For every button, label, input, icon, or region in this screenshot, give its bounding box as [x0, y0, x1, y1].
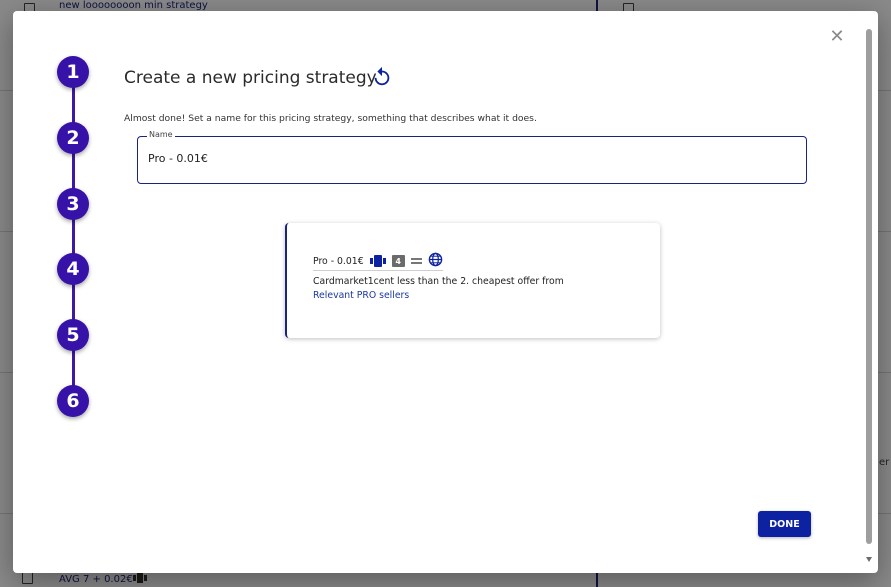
close-icon[interactable]: ✕	[829, 28, 845, 46]
number-badge: 4	[391, 255, 405, 267]
globe-icon	[428, 252, 443, 271]
strategy-preview-card: Pro - 0.01€ 4 Cardmarket1cent less than …	[285, 223, 660, 338]
step-5[interactable]: 5	[57, 319, 89, 351]
restart-icon[interactable]	[371, 66, 393, 88]
step-1[interactable]: 1	[57, 56, 89, 88]
done-button[interactable]: DONE	[758, 511, 811, 537]
step-2[interactable]: 2	[57, 122, 89, 154]
name-field-label: Name	[147, 130, 175, 139]
scrollbar[interactable]	[865, 29, 873, 562]
scrollbar-thumb[interactable]	[866, 29, 872, 544]
dialog-title: Create a new pricing strategy	[124, 68, 377, 88]
cards-icon	[369, 252, 386, 271]
step-3[interactable]: 3	[57, 188, 89, 220]
scroll-down-icon[interactable]	[866, 557, 872, 562]
stepper-connector	[72, 71, 75, 402]
step-4[interactable]: 4	[57, 253, 89, 285]
preview-description: Cardmarket1cent less than the 2. cheapes…	[313, 276, 564, 287]
help-text: Almost done! Set a name for this pricing…	[124, 113, 537, 124]
preview-strategy-name: Pro - 0.01€	[313, 255, 364, 267]
step-6[interactable]: 6	[57, 385, 89, 417]
equals-icon	[410, 258, 422, 264]
create-strategy-dialog: ✕ 1 2 3 4 5 6 Create a new pricing strat…	[13, 11, 878, 573]
name-input[interactable]	[148, 152, 788, 165]
name-field[interactable]: Name	[137, 130, 807, 184]
preview-header-row: Pro - 0.01€ 4	[313, 252, 443, 271]
relevant-sellers-link[interactable]: Relevant PRO sellers	[313, 290, 409, 301]
